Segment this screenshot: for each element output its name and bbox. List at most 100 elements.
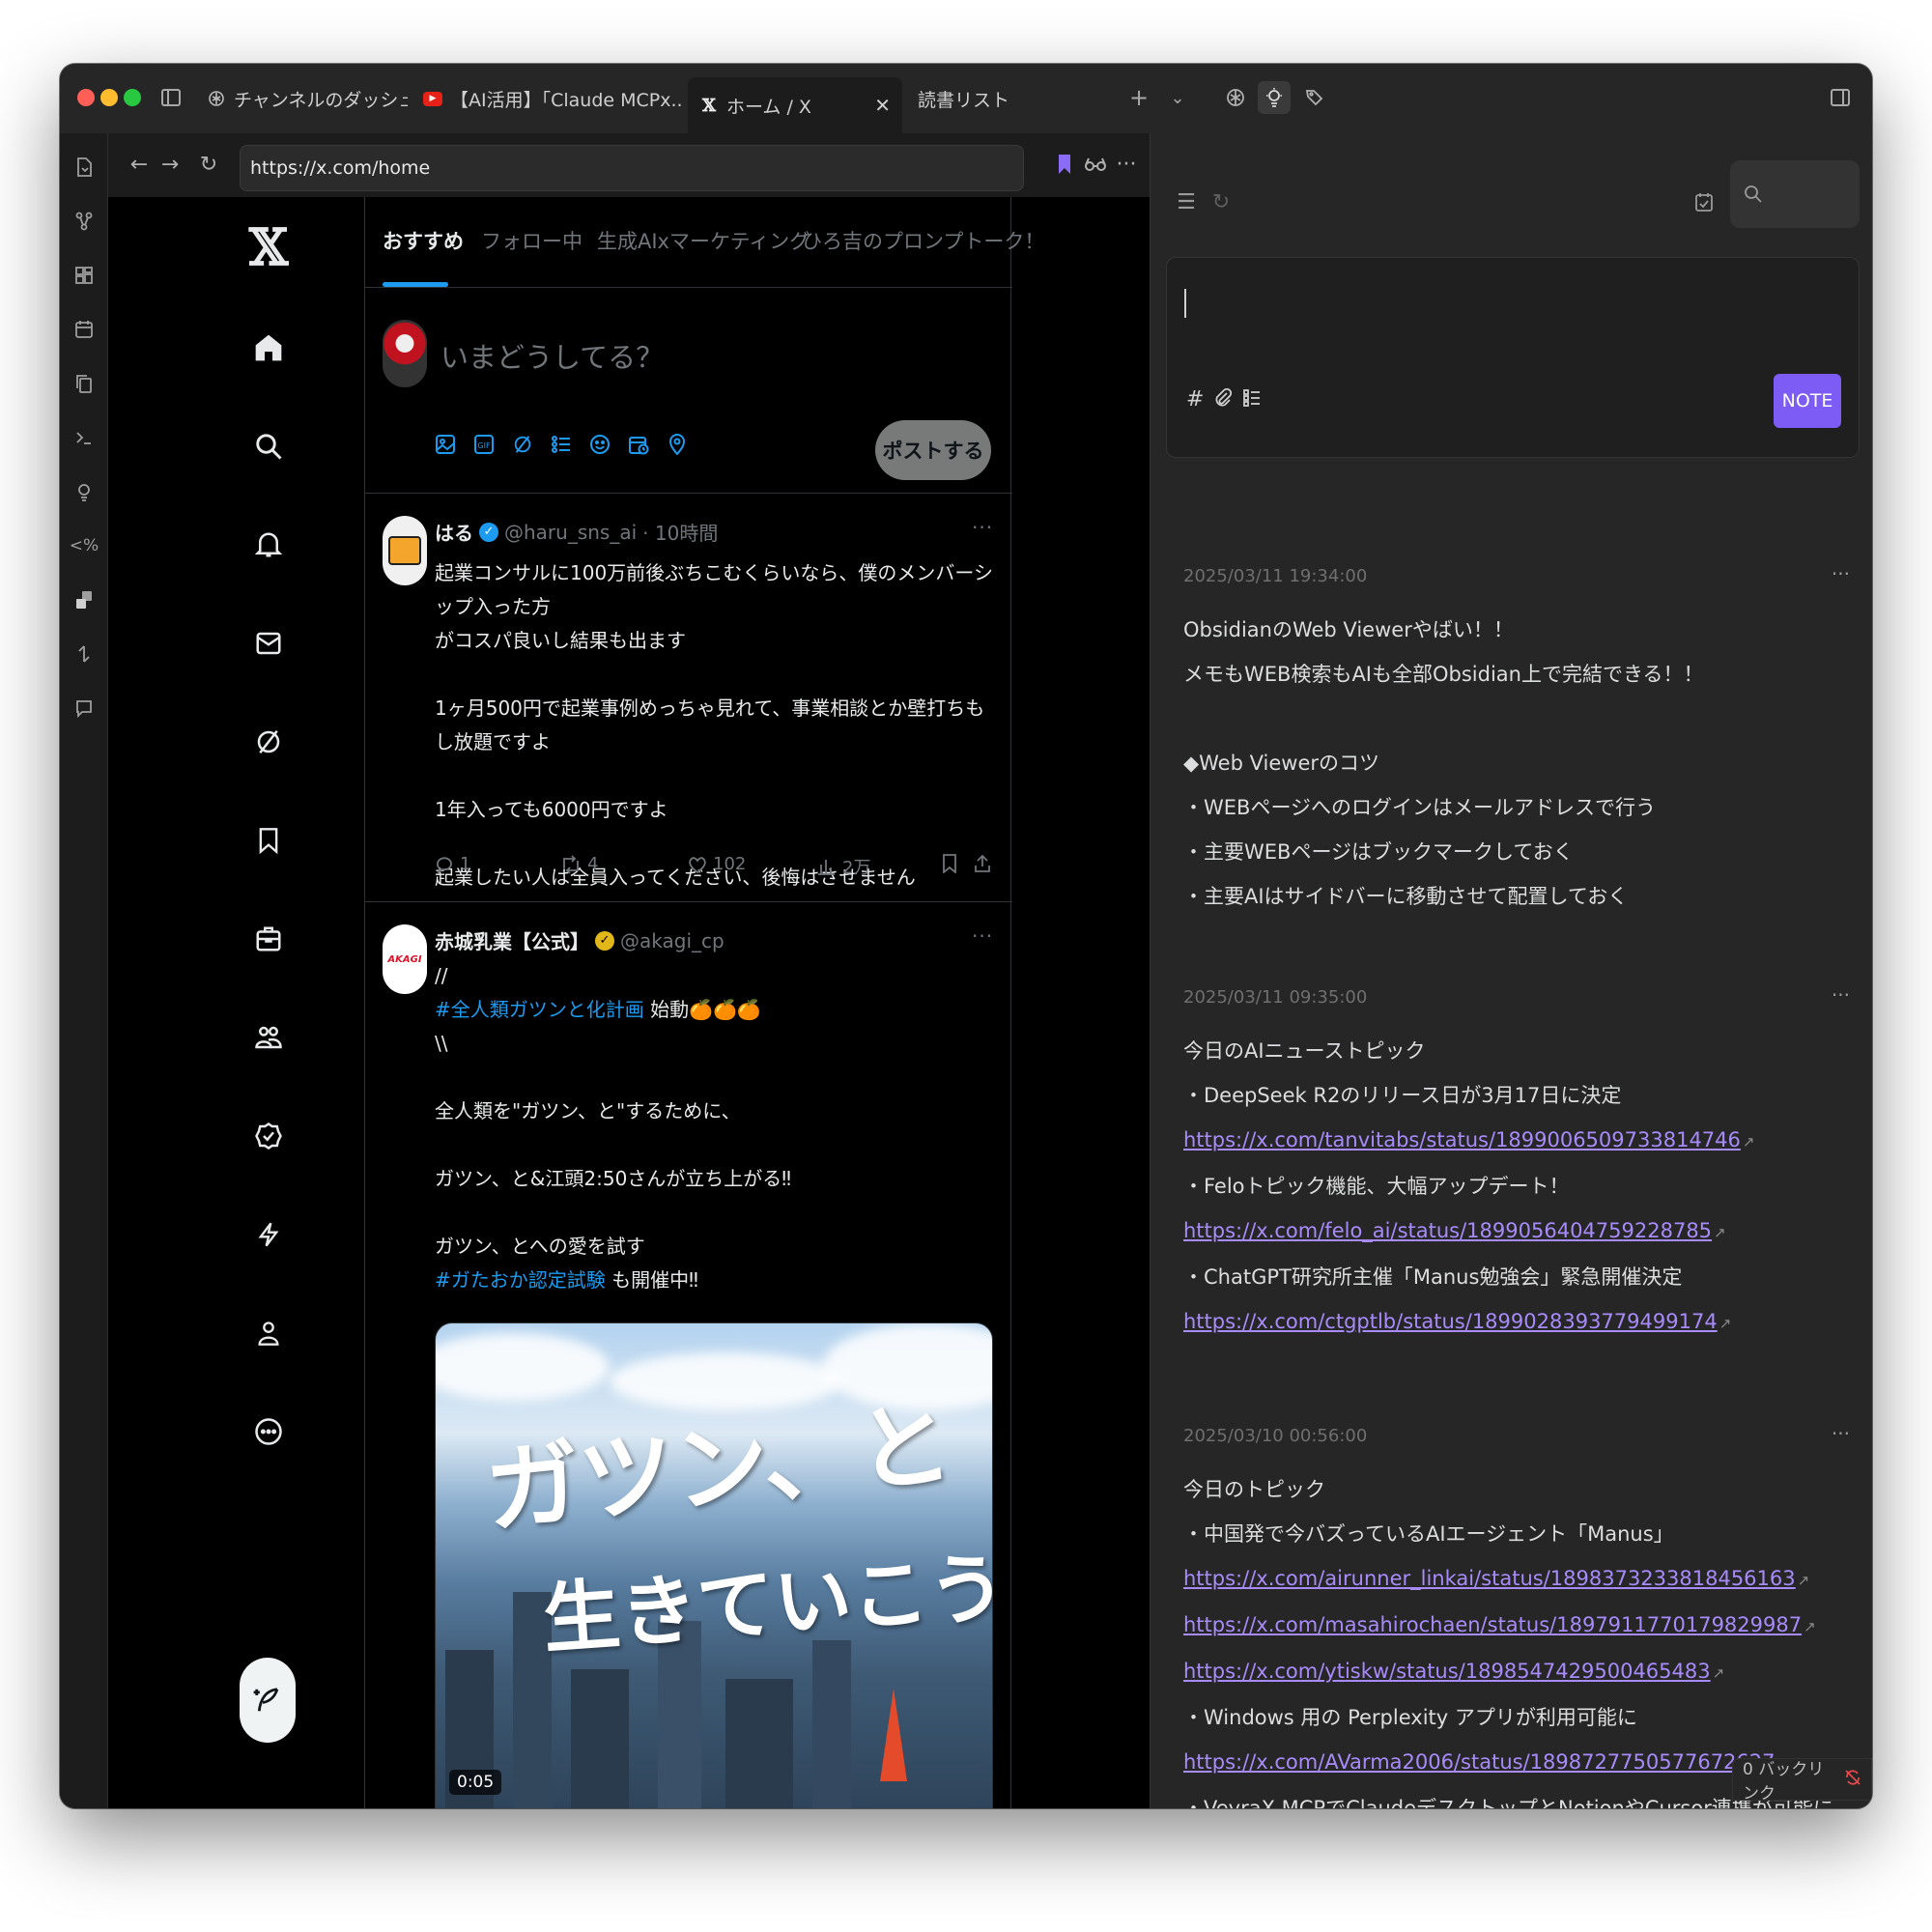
tab-reading-list[interactable]: 読書リスト <box>906 75 1099 122</box>
gif-icon[interactable]: GIF <box>471 432 497 457</box>
tags-icon[interactable] <box>1298 81 1331 114</box>
verified-icon[interactable] <box>240 1107 298 1165</box>
refresh-icon[interactable]: ↻ <box>1207 187 1236 216</box>
tab-hirokichi-prompt[interactable]: ひろ吉のプロンプトーク！ <box>802 226 1044 255</box>
chevron-down-icon[interactable]: ⌄ <box>1161 81 1194 114</box>
close-window-button[interactable] <box>77 89 95 106</box>
terminal-icon[interactable] <box>68 421 100 454</box>
comment-icon[interactable] <box>68 692 100 724</box>
menu-icon[interactable]: ☰ <box>1172 187 1201 216</box>
repost-button[interactable]: 4 <box>560 854 598 874</box>
code-percent-icon[interactable]: <% <box>68 529 100 562</box>
calendar-icon[interactable] <box>68 313 100 346</box>
tweet-handle[interactable]: @haru_sns_ai <box>504 521 637 544</box>
url-input[interactable]: https://x.com/home <box>240 145 1024 191</box>
more-options-icon[interactable]: ··· <box>972 924 993 948</box>
hashtag-link[interactable]: #ガたおか認定試験 <box>435 1268 606 1292</box>
memo-link[interactable]: https://x.com/airunner_linkai/status/189… <box>1183 1567 1796 1590</box>
jobs-briefcase-icon[interactable] <box>240 910 298 968</box>
close-tab-icon[interactable]: ✕ <box>874 94 891 117</box>
x-logo-icon[interactable]: 𝕏 <box>240 218 298 277</box>
tab-dashboard[interactable]: チャンネルのダッシュボー... <box>195 75 408 122</box>
share-button[interactable] <box>974 854 991 873</box>
memo-link[interactable]: https://x.com/masahirochaen/status/18979… <box>1183 1613 1802 1636</box>
poll-icon[interactable] <box>549 432 574 457</box>
blocks-icon[interactable] <box>68 583 100 616</box>
tweet-author-name[interactable]: はる <box>435 518 473 546</box>
tab-x-home[interactable]: 𝕏 ホーム / X ✕ <box>688 77 902 133</box>
hashtag-icon[interactable]: # <box>1186 387 1204 414</box>
tweet-akagi[interactable]: AKAGI 赤城乳業【公式】 ✓ @akagi_cp ··· // #全人類ガツ… <box>365 903 1012 1808</box>
open-file-icon[interactable] <box>68 151 100 184</box>
home-icon[interactable] <box>240 319 298 377</box>
image-icon[interactable] <box>433 432 458 457</box>
memo-link[interactable]: https://x.com/tanvitabs/status/189900650… <box>1183 1128 1741 1151</box>
tweet-time[interactable]: · 10時間 <box>642 518 718 546</box>
communities-icon[interactable] <box>240 1009 298 1066</box>
search-icon[interactable] <box>240 417 298 475</box>
memo-more-icon[interactable]: ··· <box>1832 1422 1850 1445</box>
more-options-icon[interactable]: ··· <box>972 516 993 539</box>
memo-link[interactable]: https://x.com/ytiskw/status/189854742950… <box>1183 1660 1711 1683</box>
emoji-icon[interactable] <box>587 432 612 457</box>
paperclip-icon[interactable] <box>1213 387 1233 414</box>
lightbulb-icon[interactable] <box>68 475 100 508</box>
tab-youtube[interactable]: ▶ 【AI活用】「Claude MCPx... <box>412 75 684 122</box>
memo-link[interactable]: https://x.com/AVarma2006/status/18987277… <box>1183 1750 1776 1774</box>
bookmark-button[interactable] <box>941 854 958 873</box>
note-submit-button[interactable]: NOTE <box>1774 374 1841 428</box>
reader-glasses-icon[interactable] <box>1080 149 1111 180</box>
sidebar-toggle-icon[interactable] <box>155 81 187 114</box>
tweet-author-name[interactable]: 赤城乳業【公式】 <box>435 926 589 954</box>
memo-editor[interactable]: # NOTE <box>1166 257 1860 458</box>
copy-icon[interactable] <box>68 367 100 400</box>
memo-search-input[interactable] <box>1730 160 1860 228</box>
post-button[interactable]: ポストする <box>875 420 991 480</box>
tab-following[interactable]: フォロー中 <box>481 226 582 255</box>
zoom-window-button[interactable] <box>124 89 141 106</box>
openai-sidebar-icon[interactable] <box>1219 81 1252 114</box>
minimize-window-button[interactable] <box>100 89 118 106</box>
like-button[interactable]: 102 <box>688 854 746 874</box>
schedule-icon[interactable] <box>626 432 651 457</box>
tweet-video[interactable]: ガツン、と 生きていこうぜ。 0:05 <box>435 1322 993 1808</box>
memo-link[interactable]: https://x.com/ctgptlb/status/18990283937… <box>1183 1310 1718 1333</box>
list-icon[interactable] <box>1242 387 1262 414</box>
grok-icon[interactable] <box>240 713 298 771</box>
memo-more-icon[interactable]: ··· <box>1832 983 1850 1007</box>
tweet-handle[interactable]: @akagi_cp <box>620 929 724 952</box>
notifications-bell-icon[interactable] <box>240 516 298 574</box>
hashtag-link[interactable]: #全人類ガツンと化計画 <box>435 998 644 1021</box>
more-circle-icon[interactable] <box>240 1403 298 1461</box>
more-options-icon[interactable]: ··· <box>1111 149 1142 180</box>
reply-button[interactable]: 1 <box>435 854 470 874</box>
tab-genai-marketing[interactable]: 生成AIxマーケティング <box>597 226 810 255</box>
location-pin-icon[interactable] <box>665 432 690 457</box>
graph-view-icon[interactable] <box>68 205 100 238</box>
tweet-avatar[interactable]: AKAGI <box>383 924 427 994</box>
sync-icon[interactable] <box>68 638 100 670</box>
views-button[interactable]: 2万 <box>817 854 870 879</box>
forward-arrow-icon[interactable]: → <box>155 149 185 180</box>
backlinks-count[interactable]: 0 バックリンク <box>1743 1755 1834 1804</box>
messages-envelope-icon[interactable] <box>240 614 298 672</box>
tab-recommended[interactable]: おすすめ <box>383 226 464 255</box>
back-arrow-icon[interactable]: ← <box>124 149 155 180</box>
tweet-haru[interactable]: はる ✓ @haru_sns_ai · 10時間 ··· 起業コンサルに100万… <box>365 495 1012 902</box>
memo-link[interactable]: https://x.com/felo_ai/status/18990564047… <box>1183 1219 1712 1242</box>
lightning-icon[interactable] <box>240 1206 298 1264</box>
composer-input[interactable]: いまどうしてる？ <box>440 335 664 376</box>
right-sidebar-toggle-icon[interactable] <box>1824 81 1857 114</box>
memo-more-icon[interactable]: ··· <box>1832 562 1850 585</box>
canvas-icon[interactable] <box>68 259 100 292</box>
profile-icon[interactable] <box>240 1304 298 1362</box>
grok-icon[interactable] <box>510 432 535 457</box>
daily-note-icon[interactable] <box>1690 187 1719 216</box>
tweet-avatar[interactable] <box>383 516 427 585</box>
sync-off-icon[interactable] <box>1844 1769 1861 1791</box>
bookmarks-icon[interactable] <box>240 811 298 869</box>
reload-icon[interactable]: ↻ <box>193 149 224 180</box>
bookmark-icon[interactable] <box>1049 149 1080 180</box>
compose-post-button[interactable] <box>240 1658 296 1743</box>
new-tab-icon[interactable]: + <box>1122 81 1155 114</box>
